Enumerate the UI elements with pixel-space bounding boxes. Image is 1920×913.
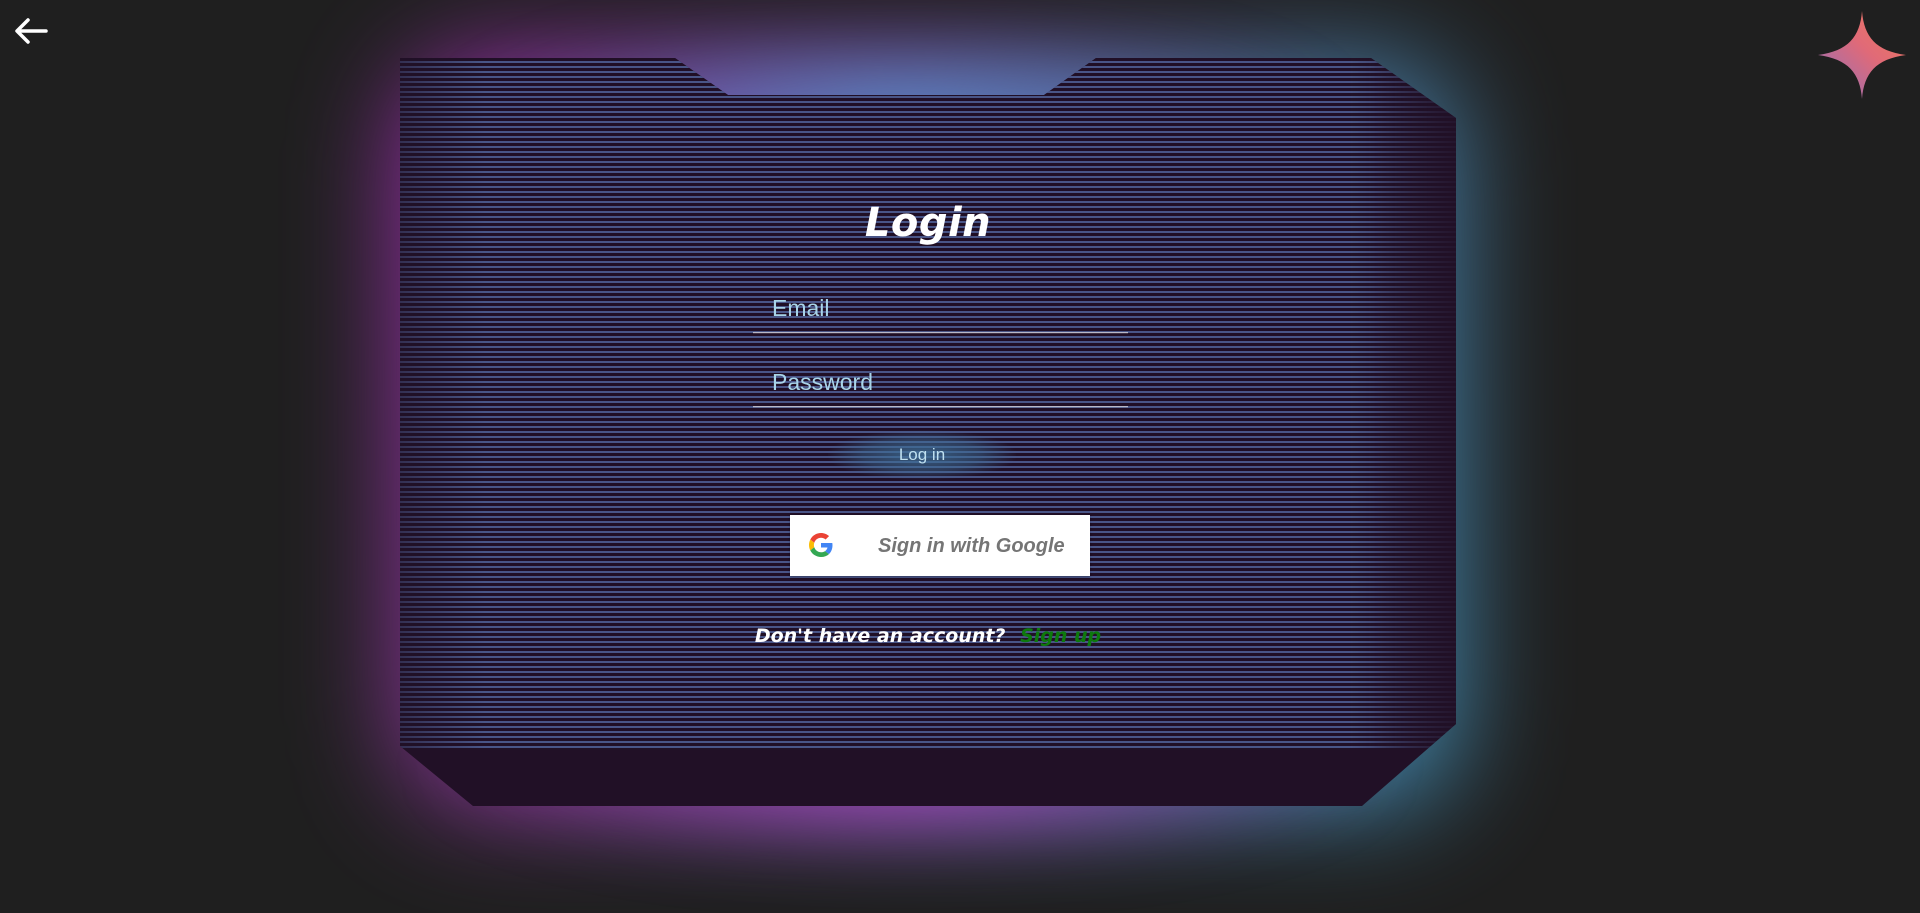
email-field-wrapper (753, 284, 1128, 333)
password-field-wrapper (753, 358, 1128, 407)
google-g-icon (809, 533, 833, 557)
login-button[interactable]: Log in (828, 430, 1016, 480)
email-input[interactable] (753, 284, 1128, 332)
login-panel: Login Log in Sign in with Google Don't h… (400, 58, 1456, 806)
signup-link[interactable]: Sign up (1020, 625, 1101, 647)
sparkle-icon (1818, 11, 1906, 99)
login-page: Login Log in Sign in with Google Don't h… (0, 0, 1920, 913)
login-title: Login (864, 200, 992, 246)
signup-prompt: Don't have an account? Sign up (400, 625, 1456, 647)
account-question-text: Don't have an account? (754, 625, 1006, 647)
google-sign-in-label: Sign in with Google (878, 535, 1065, 557)
google-sign-in-button[interactable]: Sign in with Google (790, 515, 1090, 576)
password-input[interactable] (753, 358, 1128, 406)
arrow-left-icon[interactable] (12, 14, 50, 48)
